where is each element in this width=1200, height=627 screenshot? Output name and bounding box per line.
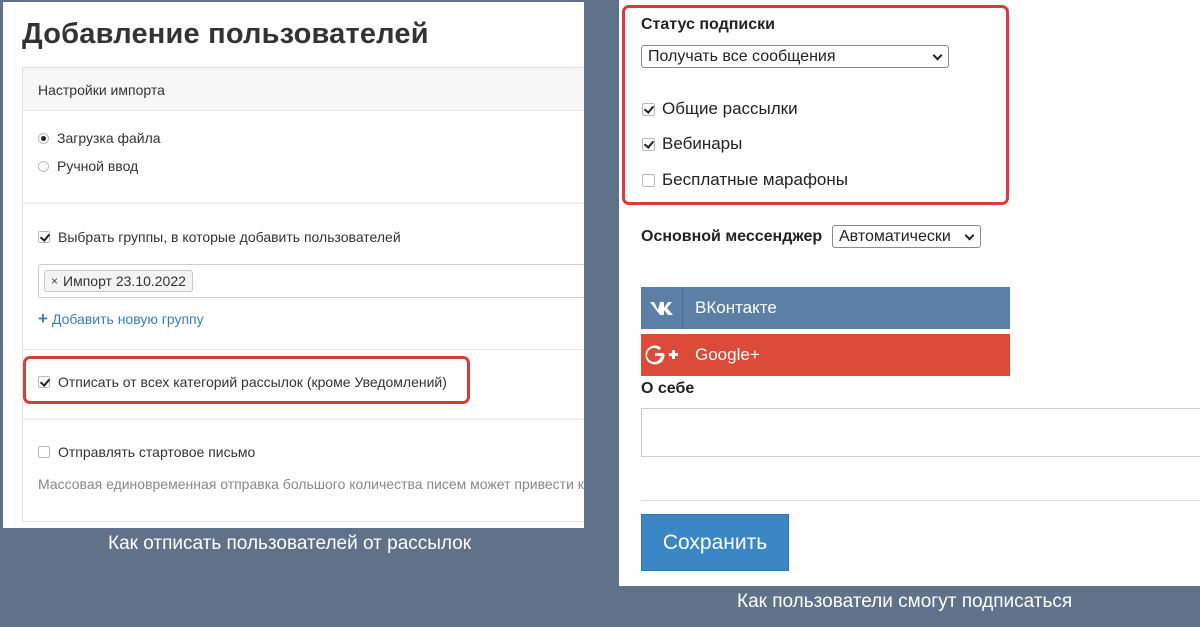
group-tag: × Импорт 23.10.2022 bbox=[44, 270, 193, 292]
radio-upload-file[interactable]: Загрузка файла bbox=[38, 130, 161, 146]
checkbox-welcome-letter[interactable]: Отправлять стартовое письмо bbox=[38, 444, 255, 460]
mass-send-hint: Массовая единовременная отправка большог… bbox=[38, 476, 584, 492]
checkbox-unchecked-icon[interactable] bbox=[38, 446, 50, 458]
divider bbox=[641, 500, 1200, 501]
save-button[interactable]: Сохранить bbox=[641, 514, 789, 571]
highlight-frame bbox=[23, 356, 470, 404]
messenger-value: Автоматически bbox=[839, 227, 951, 245]
page-title: Добавление пользователей bbox=[22, 18, 429, 50]
radio-checked-icon[interactable] bbox=[38, 132, 49, 144]
google-plus-logo bbox=[645, 345, 678, 365]
checkbox-checked-icon[interactable] bbox=[38, 231, 50, 243]
group-tag-label: Импорт 23.10.2022 bbox=[63, 273, 186, 289]
add-group-label: Добавить новую группу bbox=[51, 310, 204, 327]
divider bbox=[23, 349, 584, 350]
radio-manual-input-label: Ручной ввод bbox=[57, 158, 139, 174]
google-plus-button-label: Google+ bbox=[695, 345, 760, 364]
about-label: О себе bbox=[641, 380, 695, 397]
import-settings-header: Настройки импорта bbox=[23, 68, 584, 111]
radio-upload-file-label: Загрузка файла bbox=[57, 130, 161, 146]
right-caption: Как пользователи смогут подписаться bbox=[737, 591, 1073, 612]
vk-logo bbox=[649, 302, 673, 315]
remove-tag-icon[interactable]: × bbox=[51, 274, 58, 288]
google-plus-icon bbox=[641, 334, 683, 376]
right-screenshot-panel: Статус подписки Получать все сообщения О… bbox=[619, 0, 1200, 586]
divider bbox=[23, 419, 584, 420]
vk-login-button[interactable]: ВКонтакте bbox=[641, 287, 1010, 329]
import-settings-label: Настройки импорта bbox=[38, 82, 165, 98]
vk-icon bbox=[641, 287, 683, 329]
messenger-label: Основной мессенджер bbox=[641, 228, 823, 245]
left-caption: Как отписать пользователей от рассылок bbox=[108, 533, 472, 554]
checkbox-choose-groups-label: Выбрать группы, в которые добавить польз… bbox=[58, 229, 401, 245]
left-screenshot-panel: Добавление пользователей Настройки импор… bbox=[3, 2, 584, 528]
checkbox-choose-groups[interactable]: Выбрать группы, в которые добавить польз… bbox=[38, 229, 401, 245]
import-settings-box: Настройки импорта Загрузка файла Ручной … bbox=[22, 67, 584, 522]
messenger-select[interactable]: Автоматически bbox=[832, 225, 981, 248]
plus-icon: + bbox=[38, 309, 48, 328]
about-textarea[interactable] bbox=[641, 408, 1200, 457]
highlight-frame bbox=[622, 5, 1009, 205]
radio-manual-input[interactable]: Ручной ввод bbox=[38, 158, 138, 174]
google-plus-login-button[interactable]: Google+ bbox=[641, 334, 1010, 376]
groups-input[interactable]: × Импорт 23.10.2022 bbox=[38, 264, 584, 298]
chevron-down-icon bbox=[964, 230, 975, 241]
checkbox-welcome-letter-label: Отправлять стартовое письмо bbox=[58, 444, 256, 460]
divider bbox=[23, 203, 584, 204]
add-group-link[interactable]: + Добавить новую группу bbox=[38, 310, 204, 327]
radio-unchecked-icon[interactable] bbox=[38, 160, 49, 172]
vk-button-label: ВКонтакте bbox=[695, 298, 777, 317]
